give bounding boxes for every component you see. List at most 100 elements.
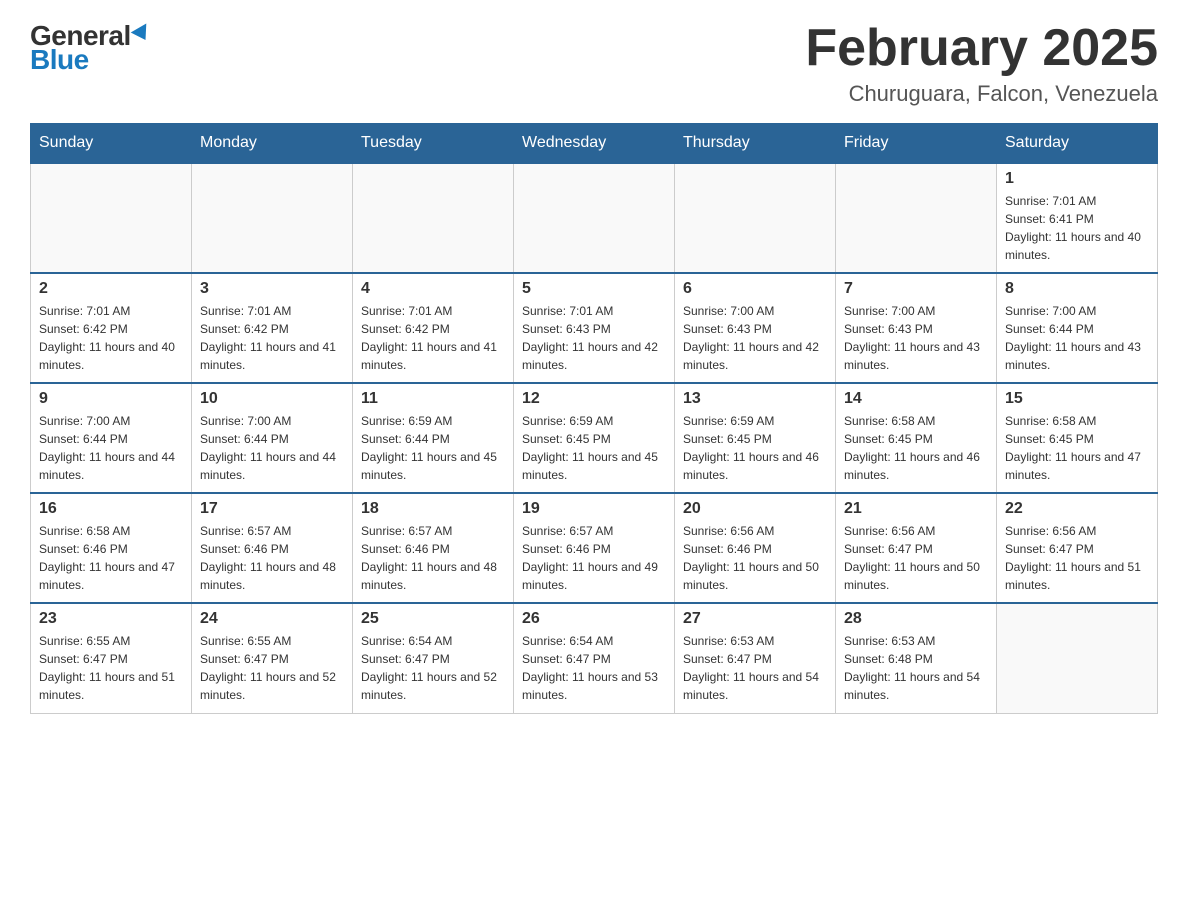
day-info: Sunrise: 7:01 AMSunset: 6:42 PMDaylight:…: [361, 302, 505, 374]
calendar-cell: 4 Sunrise: 7:01 AMSunset: 6:42 PMDaylight…: [353, 273, 514, 383]
day-number: 4: [361, 280, 505, 298]
calendar-cell: 12 Sunrise: 6:59 AMSunset: 6:45 PMDayligh…: [514, 383, 675, 493]
calendar-cell: [514, 163, 675, 273]
calendar-cell: 7 Sunrise: 7:00 AMSunset: 6:43 PMDaylight…: [836, 273, 997, 383]
calendar-header-sunday: Sunday: [31, 124, 192, 164]
day-number: 20: [683, 500, 827, 518]
calendar-cell: 16 Sunrise: 6:58 AMSunset: 6:46 PMDayligh…: [31, 493, 192, 603]
calendar-cell: 8 Sunrise: 7:00 AMSunset: 6:44 PMDaylight…: [997, 273, 1158, 383]
day-info: Sunrise: 7:01 AMSunset: 6:41 PMDaylight:…: [1005, 192, 1149, 264]
calendar-cell: [675, 163, 836, 273]
calendar-cell: 18 Sunrise: 6:57 AMSunset: 6:46 PMDayligh…: [353, 493, 514, 603]
calendar-header-saturday: Saturday: [997, 124, 1158, 164]
calendar-cell: [192, 163, 353, 273]
day-number: 16: [39, 500, 183, 518]
day-number: 15: [1005, 390, 1149, 408]
day-info: Sunrise: 7:01 AMSunset: 6:43 PMDaylight:…: [522, 302, 666, 374]
month-title: February 2025: [805, 20, 1158, 77]
calendar-cell: 14Sunrise: 6:58 AMSunset: 6:45 PMDayligh…: [836, 383, 997, 493]
week-row-3: 9 Sunrise: 7:00 AMSunset: 6:44 PMDaylight…: [31, 383, 1158, 493]
day-number: 10: [200, 390, 344, 408]
day-number: 21: [844, 500, 988, 518]
location-title: Churuguara, Falcon, Venezuela: [805, 81, 1158, 107]
calendar-cell: 28Sunrise: 6:53 AMSunset: 6:48 PMDayligh…: [836, 603, 997, 713]
calendar-cell: 15 Sunrise: 6:58 AMSunset: 6:45 PMDayligh…: [997, 383, 1158, 493]
day-number: 2: [39, 280, 183, 298]
day-info: Sunrise: 6:58 AMSunset: 6:45 PMDaylight:…: [1005, 412, 1149, 484]
week-row-5: 23 Sunrise: 6:55 AMSunset: 6:47 PMDayligh…: [31, 603, 1158, 713]
logo-blue-text: Blue: [30, 44, 89, 76]
calendar-cell: 11 Sunrise: 6:59 AMSunset: 6:44 PMDayligh…: [353, 383, 514, 493]
day-info: Sunrise: 7:00 AMSunset: 6:44 PMDaylight:…: [39, 412, 183, 484]
calendar-cell: 9 Sunrise: 7:00 AMSunset: 6:44 PMDaylight…: [31, 383, 192, 493]
calendar-header-row: SundayMondayTuesdayWednesdayThursdayFrid…: [31, 124, 1158, 164]
week-row-2: 2 Sunrise: 7:01 AMSunset: 6:42 PMDaylight…: [31, 273, 1158, 383]
calendar-cell: [836, 163, 997, 273]
calendar-table: SundayMondayTuesdayWednesdayThursdayFrid…: [30, 123, 1158, 714]
calendar-header-thursday: Thursday: [675, 124, 836, 164]
calendar-cell: 1 Sunrise: 7:01 AMSunset: 6:41 PMDaylight…: [997, 163, 1158, 273]
day-number: 5: [522, 280, 666, 298]
day-number: 3: [200, 280, 344, 298]
calendar-cell: 3 Sunrise: 7:01 AMSunset: 6:42 PMDaylight…: [192, 273, 353, 383]
calendar-header-friday: Friday: [836, 124, 997, 164]
day-info: Sunrise: 6:56 AMSunset: 6:46 PMDaylight:…: [683, 522, 827, 594]
day-info: Sunrise: 7:00 AMSunset: 6:44 PMDaylight:…: [1005, 302, 1149, 374]
day-number: 27: [683, 610, 827, 628]
page-header: General Blue February 2025 Churuguara, F…: [30, 20, 1158, 107]
calendar-cell: 25 Sunrise: 6:54 AMSunset: 6:47 PMDayligh…: [353, 603, 514, 713]
day-info: Sunrise: 7:01 AMSunset: 6:42 PMDaylight:…: [39, 302, 183, 374]
calendar-cell: 2 Sunrise: 7:01 AMSunset: 6:42 PMDaylight…: [31, 273, 192, 383]
calendar-cell: [353, 163, 514, 273]
calendar-header-wednesday: Wednesday: [514, 124, 675, 164]
day-info: Sunrise: 7:00 AMSunset: 6:43 PMDaylight:…: [844, 302, 988, 374]
day-number: 23: [39, 610, 183, 628]
logo-arrow-icon: [130, 23, 153, 44]
day-info: Sunrise: 6:59 AMSunset: 6:45 PMDaylight:…: [683, 412, 827, 484]
day-number: 6: [683, 280, 827, 298]
week-row-4: 16 Sunrise: 6:58 AMSunset: 6:46 PMDayligh…: [31, 493, 1158, 603]
day-number: 8: [1005, 280, 1149, 298]
day-info: Sunrise: 6:54 AMSunset: 6:47 PMDaylight:…: [522, 632, 666, 704]
day-number: 11: [361, 390, 505, 408]
day-info: Sunrise: 6:57 AMSunset: 6:46 PMDaylight:…: [361, 522, 505, 594]
day-info: Sunrise: 6:53 AMSunset: 6:47 PMDaylight:…: [683, 632, 827, 704]
calendar-cell: 5 Sunrise: 7:01 AMSunset: 6:43 PMDaylight…: [514, 273, 675, 383]
week-row-1: 1 Sunrise: 7:01 AMSunset: 6:41 PMDaylight…: [31, 163, 1158, 273]
calendar-cell: 21 Sunrise: 6:56 AMSunset: 6:47 PMDayligh…: [836, 493, 997, 603]
day-number: 12: [522, 390, 666, 408]
day-info: Sunrise: 7:00 AMSunset: 6:43 PMDaylight:…: [683, 302, 827, 374]
day-info: Sunrise: 6:59 AMSunset: 6:44 PMDaylight:…: [361, 412, 505, 484]
calendar-header-monday: Monday: [192, 124, 353, 164]
day-number: 19: [522, 500, 666, 518]
day-info: Sunrise: 6:59 AMSunset: 6:45 PMDaylight:…: [522, 412, 666, 484]
calendar-cell: 23 Sunrise: 6:55 AMSunset: 6:47 PMDayligh…: [31, 603, 192, 713]
day-info: Sunrise: 6:58 AMSunset: 6:46 PMDaylight:…: [39, 522, 183, 594]
calendar-cell: 13 Sunrise: 6:59 AMSunset: 6:45 PMDayligh…: [675, 383, 836, 493]
day-info: Sunrise: 6:57 AMSunset: 6:46 PMDaylight:…: [200, 522, 344, 594]
day-info: Sunrise: 7:00 AMSunset: 6:44 PMDaylight:…: [200, 412, 344, 484]
day-info: Sunrise: 6:58 AMSunset: 6:45 PMDaylight:…: [844, 412, 988, 484]
day-number: 13: [683, 390, 827, 408]
day-info: Sunrise: 6:55 AMSunset: 6:47 PMDaylight:…: [200, 632, 344, 704]
calendar-cell: [31, 163, 192, 273]
calendar-cell: 10 Sunrise: 7:00 AMSunset: 6:44 PMDayligh…: [192, 383, 353, 493]
day-info: Sunrise: 6:56 AMSunset: 6:47 PMDaylight:…: [1005, 522, 1149, 594]
calendar-cell: 27 Sunrise: 6:53 AMSunset: 6:47 PMDayligh…: [675, 603, 836, 713]
calendar-cell: 17Sunrise: 6:57 AMSunset: 6:46 PMDayligh…: [192, 493, 353, 603]
day-info: Sunrise: 6:54 AMSunset: 6:47 PMDaylight:…: [361, 632, 505, 704]
day-number: 7: [844, 280, 988, 298]
day-number: 1: [1005, 170, 1149, 188]
day-number: 28: [844, 610, 988, 628]
day-info: Sunrise: 6:55 AMSunset: 6:47 PMDaylight:…: [39, 632, 183, 704]
day-info: Sunrise: 6:56 AMSunset: 6:47 PMDaylight:…: [844, 522, 988, 594]
logo: General Blue: [30, 20, 151, 76]
calendar-cell: 6 Sunrise: 7:00 AMSunset: 6:43 PMDaylight…: [675, 273, 836, 383]
calendar-cell: 22Sunrise: 6:56 AMSunset: 6:47 PMDayligh…: [997, 493, 1158, 603]
day-number: 25: [361, 610, 505, 628]
calendar-cell: [997, 603, 1158, 713]
day-number: 18: [361, 500, 505, 518]
day-number: 9: [39, 390, 183, 408]
calendar-header-tuesday: Tuesday: [353, 124, 514, 164]
day-info: Sunrise: 7:01 AMSunset: 6:42 PMDaylight:…: [200, 302, 344, 374]
